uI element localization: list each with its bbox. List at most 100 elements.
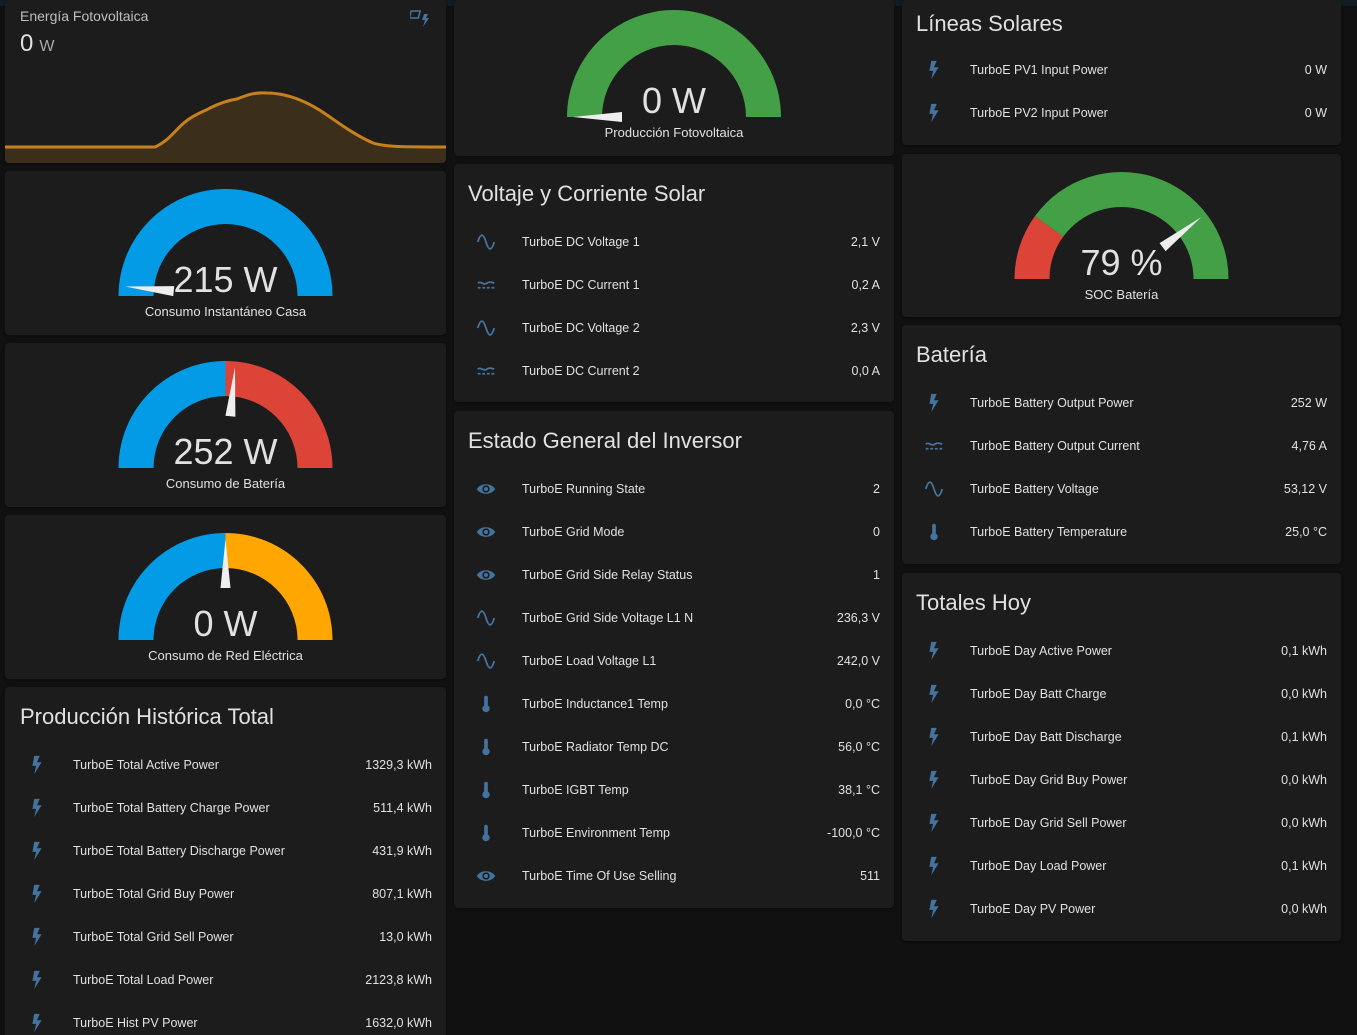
entity-name: TurboE PV1 Input Power — [970, 62, 1108, 77]
entity-row[interactable]: TurboE Total Grid Sell Power 13,0 kWh — [5, 915, 446, 958]
entity-row[interactable]: TurboE DC Voltage 1 2,1 V — [454, 220, 894, 263]
entity-name: TurboE Battery Output Current — [970, 438, 1140, 453]
entities-card-solar-voltage: Voltaje y Corriente Solar TurboE DC Volt… — [454, 164, 894, 402]
entity-value: -100,0 °C — [827, 825, 880, 840]
entity-name: TurboE Load Voltage L1 — [522, 653, 657, 668]
gauge-card-house[interactable]: 215 W Consumo Instantáneo Casa — [5, 171, 446, 335]
entity-value: 0,0 °C — [845, 696, 880, 711]
flash-icon — [23, 882, 51, 906]
entity-row[interactable]: TurboE Grid Side Voltage L1 N 236,3 V — [454, 596, 894, 639]
entity-value: 2,1 V — [850, 234, 880, 249]
card-title: Batería — [916, 342, 987, 367]
entity-row[interactable]: TurboE Battery Voltage 53,12 V — [902, 467, 1341, 510]
gauge-card-production[interactable]: 0 W Producción Fotovoltaica — [454, 0, 894, 156]
flash-icon — [23, 925, 51, 949]
entity-row[interactable]: TurboE Day Grid Buy Power 0,0 kWh — [902, 758, 1341, 801]
gauge-value: 215 W — [173, 259, 278, 300]
entity-name: TurboE Running State — [522, 481, 646, 496]
entity-value: 1632,0 kWh — [365, 1015, 432, 1030]
eye-icon — [472, 563, 500, 587]
entity-row[interactable]: TurboE Battery Output Power 252 W — [902, 381, 1341, 424]
gauge-name: Consumo Instantáneo Casa — [144, 304, 307, 319]
flash-icon — [23, 1011, 51, 1035]
thermometer-icon — [472, 821, 500, 845]
entity-value: 511 — [860, 868, 880, 883]
entity-value: 2,3 V — [850, 320, 880, 335]
entity-rows: TurboE Day Active Power 0,1 kWh TurboE Day… — [902, 629, 1341, 930]
entity-name: TurboE Hist PV Power — [73, 1015, 198, 1030]
entity-row[interactable]: TurboE Total Battery Charge Power 511,4 k… — [5, 786, 446, 829]
gauge-name: Consumo de Batería — [165, 476, 286, 491]
entity-value: 0,0 A — [851, 363, 881, 378]
entity-value: 0,0 kWh — [1281, 901, 1327, 916]
entity-name: TurboE Day Grid Sell Power — [970, 815, 1127, 830]
card-title: Voltaje y Corriente Solar — [468, 181, 706, 206]
flash-icon — [920, 811, 948, 835]
gauge-name: Consumo de Red Eléctrica — [148, 648, 303, 663]
entity-row[interactable]: TurboE DC Voltage 2 2,3 V — [454, 306, 894, 349]
entity-rows: TurboE Battery Output Power 252 W TurboE B… — [902, 381, 1341, 553]
flash-icon — [920, 101, 948, 125]
flash-icon — [23, 839, 51, 863]
current-dc-icon — [472, 359, 500, 383]
sine-wave-icon — [920, 477, 948, 501]
entity-row[interactable]: TurboE Total Battery Discharge Power 431,… — [5, 829, 446, 872]
entity-rows: TurboE Total Active Power 1329,3 kWh Turbo… — [5, 743, 446, 1035]
current-dc-icon — [472, 273, 500, 297]
entity-value: 0 W — [1304, 62, 1327, 77]
entity-row[interactable]: TurboE Environment Temp -100,0 °C — [454, 811, 894, 854]
energy-sensor-card[interactable]: Energía Fotovoltaica 0W — [5, 0, 446, 163]
card-title: Líneas Solares — [916, 11, 1063, 36]
gauge-value: 0 W — [193, 603, 258, 644]
entity-row[interactable]: TurboE PV2 Input Power 0 W — [902, 91, 1341, 134]
entity-row[interactable]: TurboE Total Load Power 2123,8 kWh — [5, 958, 446, 1001]
entity-row[interactable]: TurboE Battery Temperature 25,0 °C — [902, 510, 1341, 553]
entity-row[interactable]: TurboE Day Load Power 0,1 kWh — [902, 844, 1341, 887]
entity-name: TurboE Grid Side Relay Status — [522, 567, 693, 582]
entity-row[interactable]: TurboE Day Batt Charge 0,0 kWh — [902, 672, 1341, 715]
entity-name: TurboE Grid Side Voltage L1 N — [522, 610, 694, 625]
entity-row[interactable]: TurboE DC Current 2 0,0 A — [454, 349, 894, 392]
entity-row[interactable]: TurboE PV1 Input Power 0 W — [902, 48, 1341, 91]
thermometer-icon — [472, 692, 500, 716]
flash-icon — [920, 682, 948, 706]
entity-row[interactable]: TurboE Total Active Power 1329,3 kWh — [5, 743, 446, 786]
gauge-card-soc[interactable]: 79 % SOC Batería — [902, 154, 1341, 317]
sine-wave-icon — [472, 606, 500, 630]
entity-name: TurboE Day Batt Discharge — [970, 729, 1122, 744]
entity-row[interactable]: TurboE Radiator Temp DC 56,0 °C — [454, 725, 894, 768]
gauge-card-grid[interactable]: 0 W Consumo de Red Eléctrica — [5, 515, 446, 679]
entity-row[interactable]: TurboE Day Batt Discharge 0,1 kWh — [902, 715, 1341, 758]
entity-row[interactable]: TurboE Day Active Power 0,1 kWh — [902, 629, 1341, 672]
gauge-card-battery[interactable]: 252 W Consumo de Batería — [5, 343, 446, 507]
entity-value: 0,1 kWh — [1281, 729, 1327, 744]
entity-name: TurboE Battery Temperature — [970, 524, 1128, 539]
card-title: Totales Hoy — [916, 590, 1031, 615]
entity-value: 1 — [873, 567, 880, 582]
entity-row[interactable]: TurboE Running State 2 — [454, 467, 894, 510]
entity-row[interactable]: TurboE DC Current 1 0,2 A — [454, 263, 894, 306]
entity-name: TurboE DC Voltage 2 — [522, 320, 640, 335]
entity-rows: TurboE DC Voltage 1 2,1 V TurboE DC Curren… — [454, 220, 894, 392]
eye-icon — [472, 520, 500, 544]
entity-name: TurboE Day Load Power — [970, 858, 1107, 873]
gauge-value: 0 W — [641, 80, 706, 121]
entity-row[interactable]: TurboE Day PV Power 0,0 kWh — [902, 887, 1341, 930]
flash-icon — [920, 58, 948, 82]
entity-row[interactable]: TurboE Load Voltage L1 242,0 V — [454, 639, 894, 682]
entity-value: 2 — [873, 481, 880, 496]
entity-row[interactable]: TurboE Battery Output Current 4,76 A — [902, 424, 1341, 467]
entity-name: TurboE Day Active Power — [970, 643, 1112, 658]
entity-name: TurboE Total Grid Buy Power — [73, 886, 235, 901]
entity-row[interactable]: TurboE Time Of Use Selling 511 — [454, 854, 894, 897]
entity-row[interactable]: TurboE Grid Side Relay Status 1 — [454, 553, 894, 596]
entity-name: TurboE Grid Mode — [522, 524, 625, 539]
entity-row[interactable]: TurboE Day Grid Sell Power 0,0 kWh — [902, 801, 1341, 844]
entity-row[interactable]: TurboE Inductance1 Temp 0,0 °C — [454, 682, 894, 725]
entity-row[interactable]: TurboE IGBT Temp 38,1 °C — [454, 768, 894, 811]
entity-value: 4,76 A — [1291, 438, 1327, 453]
entity-row[interactable]: TurboE Grid Mode 0 — [454, 510, 894, 553]
entity-row[interactable]: TurboE Total Grid Buy Power 807,1 kWh — [5, 872, 446, 915]
flash-icon — [920, 725, 948, 749]
entity-row[interactable]: TurboE Hist PV Power 1632,0 kWh — [5, 1001, 446, 1035]
